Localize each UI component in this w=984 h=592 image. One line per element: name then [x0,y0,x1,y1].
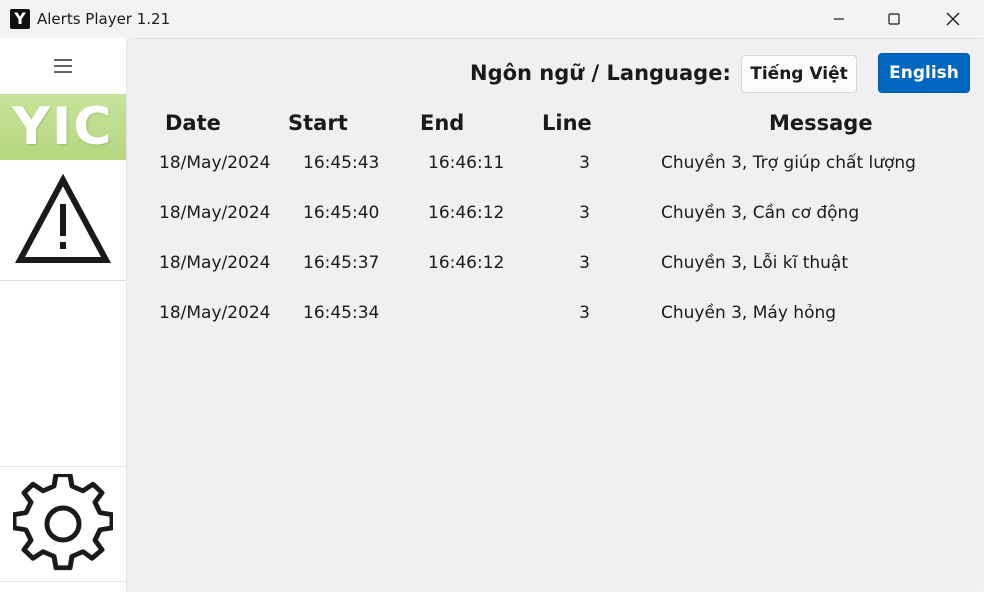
minimize-button[interactable] [810,0,868,38]
cell-end: 16:46:12 [428,253,505,273]
table-row[interactable]: 18/May/2024 16:45:43 16:46:11 3 Chuyền 3… [127,153,983,193]
cell-date: 18/May/2024 [159,203,271,223]
settings-button[interactable] [0,466,126,582]
cell-date: 18/May/2024 [159,153,271,173]
app-icon: Y [10,9,30,29]
header-start: Start [288,111,348,135]
cell-message: Chuyền 3, Máy hỏng [661,303,837,323]
cell-date: 18/May/2024 [159,303,271,323]
table-row[interactable]: 18/May/2024 16:45:37 16:46:12 3 Chuyền 3… [127,253,983,293]
gear-icon [13,474,113,571]
warning-triangle-icon [15,174,111,263]
cell-start: 16:45:34 [303,303,380,323]
minimize-icon [834,18,844,20]
cell-end: 16:46:12 [428,203,505,223]
cell-message: Chuyền 3, Lỗi kĩ thuật [661,253,849,273]
table-row[interactable]: 18/May/2024 16:45:34 3 Chuyền 3, Máy hỏn… [127,303,983,343]
english-language-button[interactable]: English [878,53,970,93]
cell-end: 16:46:11 [428,153,505,173]
cell-message: Chuyền 3, Trợ giúp chất lượng [661,153,916,173]
table-row[interactable]: 18/May/2024 16:45:40 16:46:12 3 Chuyền 3… [127,203,983,243]
title-bar: Y Alerts Player 1.21 [0,0,984,38]
header-message: Message [769,111,873,135]
close-button[interactable] [924,0,982,38]
cell-line: 3 [579,203,590,223]
sidebar: YIC [0,38,126,592]
header-line: Line [542,111,592,135]
yic-logo: YIC [0,94,126,160]
window-title: Alerts Player 1.21 [37,10,171,28]
logo-text: YIC [12,97,114,157]
maximize-button[interactable] [865,0,923,38]
language-label: Ngôn ngữ / Language: [470,61,731,85]
header-date: Date [165,111,221,135]
header-end: End [420,111,465,135]
maximize-icon [888,13,900,25]
cell-start: 16:45:43 [303,153,380,173]
cell-line: 3 [579,253,590,273]
menu-button[interactable] [0,38,126,94]
cell-start: 16:45:37 [303,253,380,273]
cell-message: Chuyền 3, Cần cơ động [661,203,860,223]
hamburger-menu-icon [54,59,72,73]
alerts-button[interactable] [0,160,126,281]
main-panel: Ngôn ngữ / Language: Tiếng Việt English … [126,38,983,591]
close-icon [946,12,960,26]
cell-start: 16:45:40 [303,203,380,223]
vietnamese-language-button[interactable]: Tiếng Việt [741,55,857,93]
cell-line: 3 [579,153,590,173]
cell-line: 3 [579,303,590,323]
cell-date: 18/May/2024 [159,253,271,273]
